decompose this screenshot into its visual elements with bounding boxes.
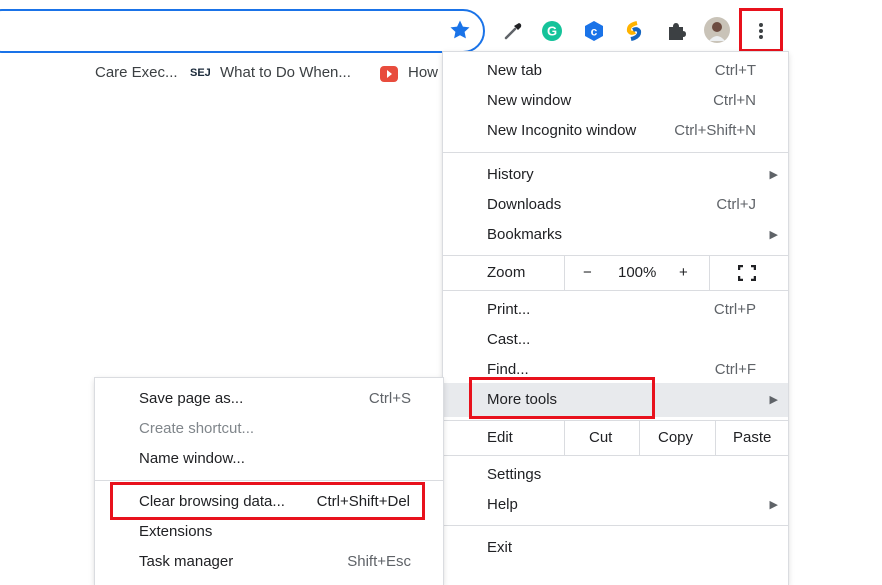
sej-icon: SEJ: [190, 67, 211, 79]
menu-item-bookmarks[interactable]: Bookmarks ▶: [443, 220, 788, 250]
menu-item-new-tab[interactable]: New tab Ctrl+T: [443, 56, 788, 86]
paste-button[interactable]: Paste: [733, 421, 771, 455]
submenu-arrow-icon: ▶: [769, 499, 778, 511]
bookmark-item[interactable]: What to Do When...: [220, 64, 351, 81]
copy-button[interactable]: Copy: [658, 421, 693, 455]
address-bar[interactable]: [0, 9, 485, 53]
menu-item-downloads[interactable]: Downloads Ctrl+J: [443, 190, 788, 220]
submenu-arrow-icon: ▶: [769, 169, 778, 181]
zoom-level: 100%: [618, 264, 657, 281]
menu-item-extensions[interactable]: Extensions: [95, 517, 443, 547]
menu-item-name-window[interactable]: Name window...: [95, 444, 443, 474]
menu-button-highlight: [739, 8, 783, 52]
menu-item-task-manager[interactable]: Task manager Shift+Esc: [95, 547, 443, 577]
svg-text:G: G: [547, 24, 557, 39]
menu-divider: [443, 525, 788, 526]
edit-label: Edit: [487, 429, 513, 446]
cut-button[interactable]: Cut: [589, 421, 612, 455]
menu-item-new-window[interactable]: New window Ctrl+N: [443, 86, 788, 116]
submenu-arrow-icon: ▶: [769, 394, 778, 406]
menu-item-print[interactable]: Print... Ctrl+P: [443, 295, 788, 325]
puzzle-icon[interactable]: [665, 20, 687, 42]
edit-row: Edit Cut Copy Paste: [443, 421, 788, 455]
menu-item-save-page[interactable]: Save page as... Ctrl+S: [95, 384, 443, 414]
menu-item-settings[interactable]: Settings: [443, 460, 788, 490]
menu-item-incognito[interactable]: New Incognito window Ctrl+Shift+N: [443, 116, 788, 146]
fullscreen-icon[interactable]: [738, 265, 756, 281]
menu-divider: [443, 455, 788, 456]
menu-divider: [95, 480, 443, 481]
menu-item-history[interactable]: History ▶: [443, 160, 788, 190]
zoom-out-button[interactable]: −: [583, 256, 592, 290]
eyedropper-icon[interactable]: [502, 20, 524, 42]
profile-avatar[interactable]: [704, 17, 730, 43]
menu-item-create-shortcut[interactable]: Create shortcut...: [95, 414, 443, 444]
chrome-main-menu: New tab Ctrl+T New window Ctrl+N New Inc…: [443, 52, 788, 585]
bookmark-item[interactable]: Care Exec...: [95, 64, 178, 81]
zoom-in-button[interactable]: +: [679, 256, 688, 290]
bookmark-item[interactable]: How: [408, 64, 438, 81]
bookmark-star-icon[interactable]: [448, 18, 472, 42]
menu-item-help[interactable]: Help ▶: [443, 490, 788, 520]
svg-text:c: c: [591, 25, 598, 39]
clear-browsing-data-highlight: [110, 482, 425, 520]
zoom-label: Zoom: [487, 264, 526, 281]
readlater-icon: [380, 66, 398, 82]
s-logo-icon[interactable]: [623, 20, 645, 42]
menu-divider: [443, 152, 788, 153]
grammarly-icon[interactable]: G: [541, 20, 563, 42]
c-shield-icon[interactable]: c: [583, 20, 605, 42]
menu-divider: [443, 290, 788, 291]
more-tools-highlight: [469, 377, 655, 419]
menu-item-cast[interactable]: Cast...: [443, 325, 788, 355]
zoom-row: Zoom − 100% +: [443, 256, 788, 290]
submenu-arrow-icon: ▶: [769, 229, 778, 241]
menu-item-exit[interactable]: Exit: [443, 533, 788, 563]
